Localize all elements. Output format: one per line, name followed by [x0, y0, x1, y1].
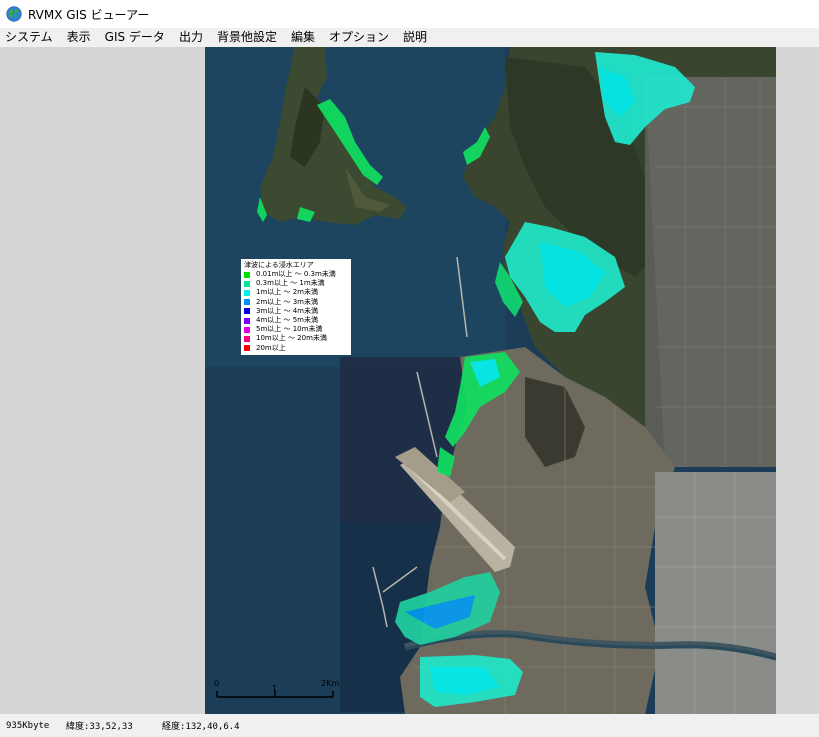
legend-label: 0.3m以上 ～ 1m未満 — [256, 279, 325, 288]
scale-label-mid: 1 — [272, 684, 278, 693]
window-title: RVMX GIS ビューアー — [28, 7, 150, 22]
menu-help[interactable]: 説明 — [396, 28, 434, 47]
legend-label: 2m以上 ～ 3m未満 — [256, 297, 318, 306]
scale-label-start: 0 — [214, 679, 220, 688]
legend-label: 20m以上 — [256, 343, 286, 352]
legend-item: 5m以上 ～ 10m未満 — [244, 325, 348, 334]
status-bar: 935Kbyte 緯度:33,52,33 経度:132,40,6.4 — [0, 714, 819, 737]
legend-swatch — [244, 345, 250, 352]
menu-gis-data[interactable]: GIS データ — [98, 28, 172, 47]
title-bar: RVMX GIS ビューアー — [0, 0, 819, 28]
map-legend: 津波による浸水エリア 0.01m以上 ～ 0.3m未満 0.3m以上 ～ 1m未… — [241, 259, 351, 355]
legend-label: 1m以上 ～ 2m未満 — [256, 288, 318, 297]
legend-label: 3m以上 ～ 4m未満 — [256, 306, 318, 315]
legend-label: 0.01m以上 ～ 0.3m未満 — [256, 270, 336, 279]
legend-swatch — [244, 326, 250, 333]
legend-swatch — [244, 317, 250, 324]
legend-item: 0.3m以上 ～ 1m未満 — [244, 279, 348, 288]
legend-title: 津波による浸水エリア — [244, 261, 314, 269]
legend-item: 2m以上 ～ 3m未満 — [244, 298, 348, 307]
legend-item: 10m以上 ～ 20m未満 — [244, 334, 348, 343]
legend-label: 10m以上 ～ 20m未満 — [256, 334, 327, 343]
status-file-size: 935Kbyte — [6, 720, 50, 731]
legend-swatch — [244, 271, 250, 278]
satellite-map[interactable] — [205, 47, 776, 714]
legend-swatch — [244, 299, 250, 306]
legend-label: 4m以上 ～ 5m未満 — [256, 316, 318, 325]
legend-item: 1m以上 ～ 2m未満 — [244, 288, 348, 297]
legend-swatch — [244, 289, 250, 296]
scale-label-end: 2Km — [321, 679, 340, 688]
legend-swatch — [244, 308, 250, 315]
globe-icon — [6, 6, 22, 22]
legend-item: 3m以上 ～ 4m未満 — [244, 307, 348, 316]
legend-label: 5m以上 ～ 10m未満 — [256, 325, 323, 334]
menu-options[interactable]: オプション — [322, 28, 396, 47]
status-longitude: 経度:132,40,6.4 — [162, 722, 240, 732]
legend-item: 20m以上 — [244, 344, 348, 353]
legend-item: 4m以上 ～ 5m未満 — [244, 316, 348, 325]
workspace: 0 1 2Km 津波による浸水エリア 0.01m以上 ～ 0.3m未満 0.3m… — [0, 47, 819, 714]
status-latitude: 緯度:33,52,33 — [66, 722, 133, 732]
menu-output[interactable]: 出力 — [172, 28, 210, 47]
menu-view[interactable]: 表示 — [60, 28, 98, 47]
legend-item: 0.01m以上 ～ 0.3m未満 — [244, 270, 348, 279]
map-view[interactable]: 0 1 2Km 津波による浸水エリア 0.01m以上 ～ 0.3m未満 0.3m… — [205, 47, 776, 714]
menu-bar: システム 表示 GIS データ 出力 背景他設定 編集 オプション 説明 — [0, 28, 819, 47]
menu-background-settings[interactable]: 背景他設定 — [210, 28, 284, 47]
menu-system[interactable]: システム — [0, 28, 60, 47]
legend-swatch — [244, 335, 250, 342]
menu-edit[interactable]: 編集 — [284, 28, 322, 47]
legend-swatch — [244, 280, 250, 287]
